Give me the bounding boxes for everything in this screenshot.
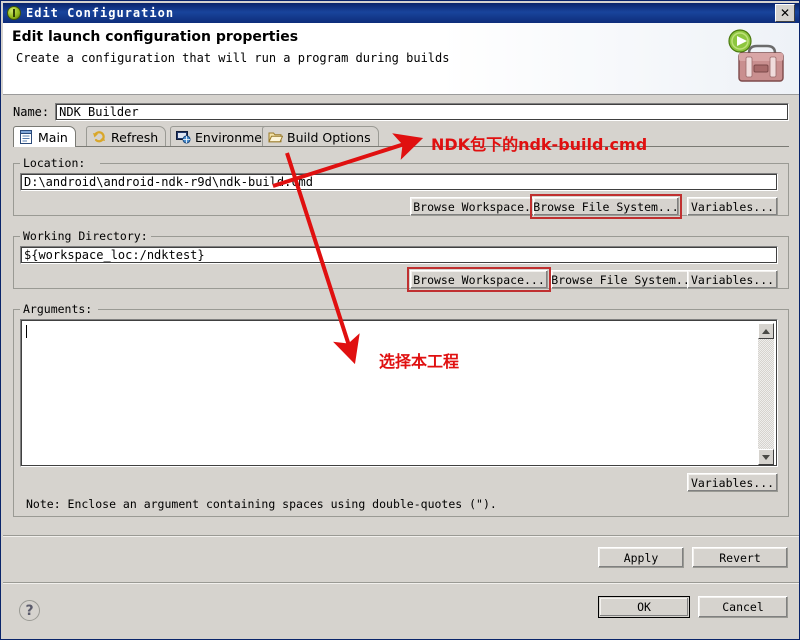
tab-main[interactable]: Main bbox=[13, 126, 76, 147]
environment-tab-icon bbox=[176, 130, 191, 144]
location-group-label: Location: bbox=[20, 156, 89, 170]
tab-build-options[interactable]: Build Options bbox=[262, 126, 379, 147]
scroll-down-icon[interactable] bbox=[758, 449, 774, 465]
cancel-button[interactable]: Cancel bbox=[698, 596, 788, 618]
location-group: Location: D:\android\android-ndk-r9d\ndk… bbox=[13, 156, 789, 219]
window-titlebar: Edit Configuration ✕ bbox=[3, 3, 799, 23]
page-title: Edit launch configuration properties bbox=[12, 29, 299, 45]
arguments-group-label: Arguments: bbox=[20, 302, 96, 316]
working-directory-input[interactable]: ${workspace_loc:/ndktest} bbox=[20, 246, 778, 264]
name-row: Name: NDK Builder bbox=[13, 103, 789, 121]
location-browse-file-system-button[interactable]: Browse File System... bbox=[533, 197, 679, 216]
location-input[interactable]: D:\android\android-ndk-r9d\ndk-build.cmd bbox=[20, 173, 778, 191]
name-input[interactable]: NDK Builder bbox=[55, 103, 789, 121]
working-directory-group-label: Working Directory: bbox=[20, 229, 151, 243]
working-directory-group: Working Directory: ${workspace_loc:/ndkt… bbox=[13, 229, 789, 292]
dialog-body: Name: NDK Builder Main Refresh Environme… bbox=[3, 95, 799, 637]
ok-button[interactable]: OK bbox=[598, 596, 690, 618]
launch-config-icon bbox=[6, 5, 22, 21]
tab-refresh[interactable]: Refresh bbox=[86, 126, 167, 147]
refresh-tab-icon bbox=[92, 130, 107, 144]
folder-tab-icon bbox=[268, 130, 284, 144]
apply-button[interactable]: Apply bbox=[598, 547, 684, 568]
dialog-header: Edit launch configuration properties Cre… bbox=[3, 23, 799, 95]
arguments-group: Arguments: Variables... Note: Enclose an… bbox=[13, 302, 789, 517]
working-directory-browse-workspace-button[interactable]: Browse Workspace... bbox=[410, 270, 548, 289]
revert-button[interactable]: Revert bbox=[692, 547, 788, 568]
location-variables-button[interactable]: Variables... bbox=[687, 197, 778, 216]
location-browse-workspace-button[interactable]: Browse Workspace... bbox=[410, 197, 548, 216]
working-directory-browse-file-system-button[interactable]: Browse File System... bbox=[551, 270, 697, 289]
tab-build-options-label: Build Options bbox=[287, 129, 371, 145]
page-subtitle: Create a configuration that will run a p… bbox=[16, 51, 450, 65]
close-icon[interactable]: ✕ bbox=[775, 4, 795, 22]
window-title: Edit Configuration bbox=[26, 6, 175, 20]
footer-separator-top bbox=[3, 535, 799, 537]
arguments-variables-button[interactable]: Variables... bbox=[687, 473, 778, 492]
scroll-up-icon[interactable] bbox=[758, 323, 774, 339]
working-directory-variables-button[interactable]: Variables... bbox=[687, 270, 778, 289]
arguments-input[interactable] bbox=[20, 319, 778, 467]
text-caret bbox=[26, 325, 27, 338]
main-tab-icon bbox=[19, 130, 34, 144]
tab-bar: Main Refresh Environment Build Options bbox=[13, 126, 789, 147]
toolbox-with-run-icon bbox=[728, 29, 784, 82]
arguments-note: Note: Enclose an argument containing spa… bbox=[26, 497, 497, 511]
arguments-vertical-scrollbar[interactable] bbox=[758, 323, 774, 465]
footer-separator-bottom bbox=[3, 582, 799, 584]
name-label: Name: bbox=[13, 105, 50, 119]
help-icon[interactable]: ? bbox=[19, 600, 40, 621]
edit-configuration-dialog: Edit Configuration ✕ Edit launch configu… bbox=[0, 0, 800, 640]
tab-refresh-label: Refresh bbox=[111, 129, 159, 145]
tab-underline bbox=[13, 146, 789, 147]
tab-main-label: Main bbox=[38, 129, 68, 145]
